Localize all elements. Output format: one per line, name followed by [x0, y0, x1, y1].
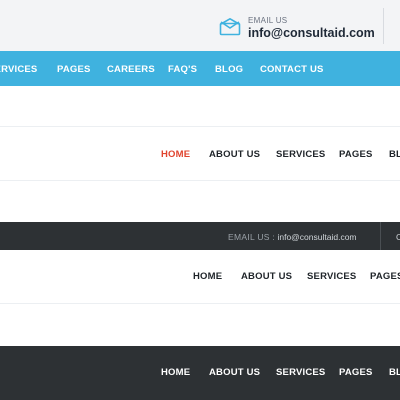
nav-about-us[interactable]: ABOUT US	[209, 149, 260, 160]
topbar-email: EMAIL US : info@consultaid.com	[228, 232, 357, 242]
nav-about-us[interactable]: ABOUT US	[241, 271, 292, 282]
v2-navbar: HOME ABOUT US SERVICES PAGES BLOG	[0, 126, 400, 181]
envelope-icon	[219, 18, 241, 36]
v3-navbar: HOME ABOUT US SERVICES PAGES	[0, 250, 400, 304]
nav-services[interactable]: SERVICES	[0, 64, 37, 75]
nav-pages[interactable]: PAGES	[57, 64, 91, 75]
nav-pages[interactable]: PAGES	[370, 271, 400, 282]
email-address-link[interactable]: info@consultaid.com	[277, 232, 356, 242]
nav-contact-us[interactable]: CONTACT US	[260, 64, 324, 75]
header-variants-page: EMAIL US info@consultaid.com SERVICES PA…	[0, 0, 400, 400]
email-label: EMAIL US	[248, 16, 288, 25]
nav-blog[interactable]: BLOG	[389, 367, 400, 378]
v1-navbar: SERVICES PAGES CAREERS FAQ'S BLOG CONTAC…	[0, 51, 400, 86]
nav-home-active[interactable]: HOME	[161, 149, 190, 160]
nav-services[interactable]: SERVICES	[276, 367, 325, 378]
v3-topbar: EMAIL US : info@consultaid.com C	[0, 222, 400, 250]
email-address-link[interactable]: info@consultaid.com	[248, 26, 375, 40]
nav-blog[interactable]: BLOG	[389, 149, 400, 160]
nav-home[interactable]: HOME	[193, 271, 222, 282]
nav-services[interactable]: SERVICES	[307, 271, 356, 282]
v4-navbar: HOME ABOUT US SERVICES PAGES BLOG	[0, 346, 400, 400]
nav-faqs[interactable]: FAQ'S	[168, 64, 197, 75]
nav-about-us[interactable]: ABOUT US	[209, 367, 260, 378]
nav-home[interactable]: HOME	[161, 367, 190, 378]
nav-blog[interactable]: BLOG	[215, 64, 243, 75]
topbar-cutoff-text: C	[396, 232, 400, 242]
topbar-divider	[380, 222, 381, 250]
nav-services[interactable]: SERVICES	[276, 149, 325, 160]
topbar-divider	[383, 8, 384, 44]
nav-pages[interactable]: PAGES	[339, 367, 373, 378]
nav-careers[interactable]: CAREERS	[107, 64, 155, 75]
v1-topbar: EMAIL US info@consultaid.com	[0, 0, 400, 51]
email-label: EMAIL US :	[228, 232, 276, 242]
nav-pages[interactable]: PAGES	[339, 149, 373, 160]
